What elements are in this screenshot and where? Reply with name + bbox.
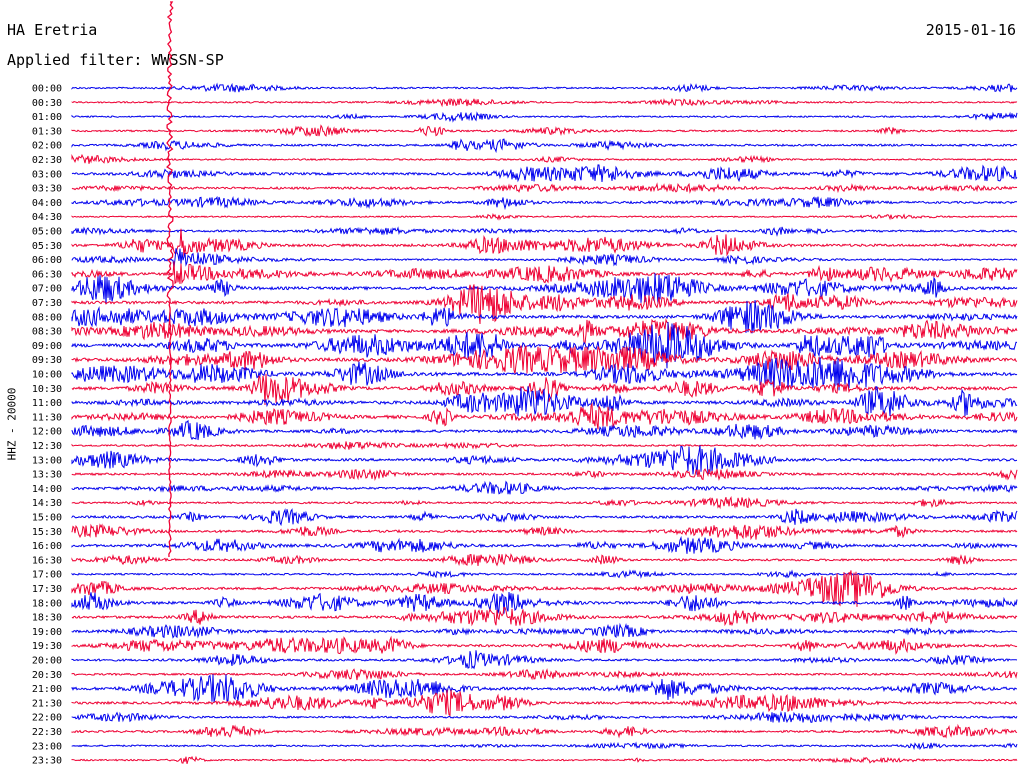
trace-line [71,419,1018,441]
trace-line [71,523,1018,541]
trace-line [71,650,1018,670]
trace-line [71,635,1018,655]
time-label: 12:30 [32,441,62,452]
trace-line [71,318,1018,344]
time-label: 09:00 [32,341,62,352]
time-label: 19:00 [32,627,62,638]
trace-line [71,124,1018,137]
trace-line [71,111,1018,123]
time-label: 16:30 [32,555,62,566]
time-label: 17:30 [32,584,62,595]
trace-line [71,195,1018,211]
trace-line [71,82,1018,93]
trace-line [71,496,1017,510]
time-label: 10:30 [32,384,62,395]
trace-line [71,182,1018,194]
time-label: 21:30 [32,698,62,709]
trace-line [71,445,1018,475]
time-label: 22:30 [32,727,62,738]
trace-line [71,138,1018,154]
trace-line [71,741,1018,751]
trace-line [71,164,1018,183]
trace-line [71,668,1018,681]
time-label: 04:30 [32,212,62,223]
trace-line [71,622,1018,639]
trace-line [71,480,1018,495]
time-label: 06:00 [32,255,62,266]
trace-line [71,710,1018,724]
trace-line [71,97,1018,108]
trace-line [71,591,1018,614]
trace-line [71,755,1018,764]
trace-line [71,468,1018,482]
time-label: 13:00 [32,455,62,466]
time-label: 02:00 [32,141,62,152]
time-label: 00:00 [32,84,62,95]
time-label: 10:00 [32,370,62,381]
time-label: 08:00 [32,312,62,323]
time-label: 19:30 [32,641,62,652]
time-label: 00:30 [32,98,62,109]
time-label: 22:00 [32,713,62,724]
trace-line [71,535,1018,554]
time-label: 11:30 [32,412,62,423]
time-label: 12:00 [32,427,62,438]
time-label: 07:00 [32,284,62,295]
time-label: 14:30 [32,498,62,509]
trace-line [71,386,1018,417]
seismogram-plot: 00:00 00:30 01:00 01:30 02:00 02:30 03:00 03:30… [32,1,1018,767]
time-label: 15:00 [32,513,62,524]
time-label: 16:00 [32,541,62,552]
time-label: 11:00 [32,398,62,409]
time-label: 06:30 [32,269,62,280]
time-label: 01:00 [32,112,62,123]
time-label: 20:30 [32,670,62,681]
time-label: 03:30 [32,184,62,195]
trace-line [71,153,1018,164]
trace-line [71,228,1018,258]
trace-line [71,553,1018,567]
time-label: 05:00 [32,227,62,238]
time-label: 15:30 [32,527,62,538]
time-label: 18:00 [32,598,62,609]
trace-line [71,569,1018,579]
time-label: 02:30 [32,155,62,166]
time-label: 01:30 [32,126,62,137]
time-label: 04:00 [32,198,62,209]
time-label: 23:30 [32,756,62,767]
time-label: 07:30 [32,298,62,309]
time-label: 21:00 [32,684,62,695]
time-label: 03:00 [32,169,62,180]
trace-line [71,723,1018,739]
trace-line [71,248,1018,269]
time-label: 09:30 [32,355,62,366]
trace-line [71,213,1018,221]
time-label: 20:00 [32,656,62,667]
trace-line [71,226,1018,237]
time-label: 14:00 [32,484,62,495]
helicorder-page: HA Eretria 2015-01-16 Applied filter: WW… [0,0,1024,780]
time-label: 18:30 [32,613,62,624]
time-label: 13:30 [32,470,62,481]
time-label: 17:00 [32,570,62,581]
time-label: 08:30 [32,327,62,338]
trace-line [71,508,1018,527]
time-label: 05:30 [32,241,62,252]
trace-line [71,606,1018,627]
trace-line [71,441,1018,451]
time-label: 23:00 [32,741,62,752]
